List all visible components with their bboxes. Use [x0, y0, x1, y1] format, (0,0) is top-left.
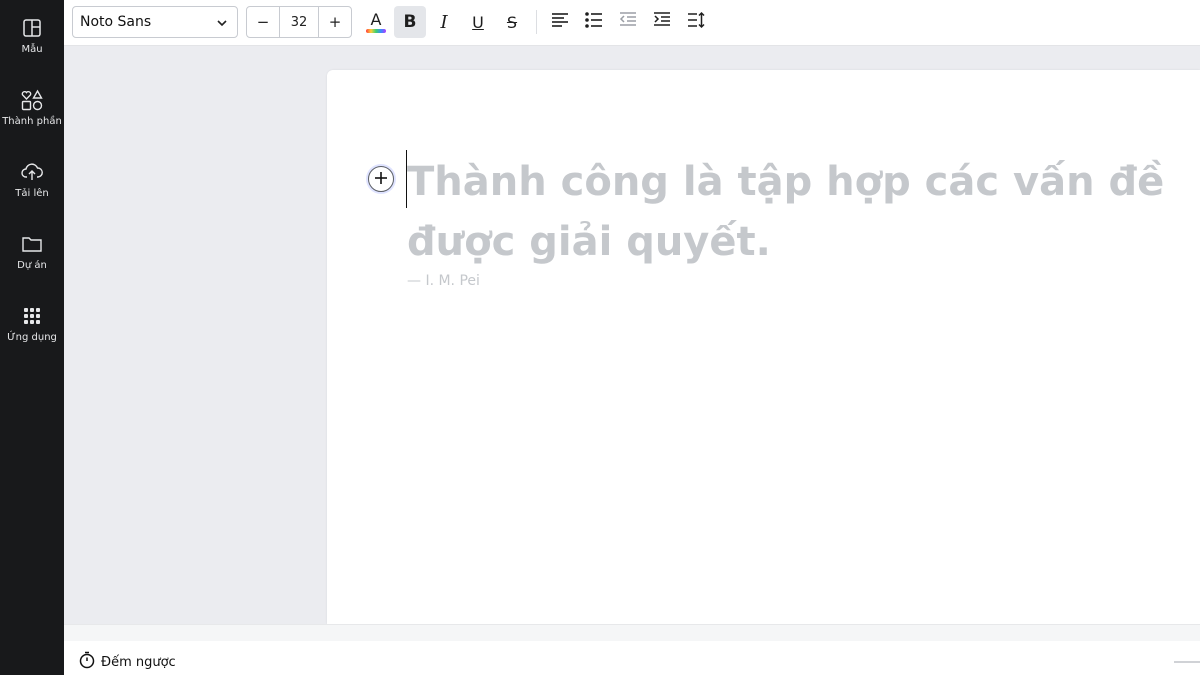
- canvas-area: Thành công là tập hợp các vấn đề được gi…: [64, 46, 1200, 624]
- line-spacing-button[interactable]: [680, 6, 712, 38]
- add-block-button[interactable]: [368, 166, 394, 192]
- strikethrough-button[interactable]: S: [496, 6, 528, 38]
- stopwatch-icon: [78, 651, 96, 673]
- plus-icon: [374, 170, 388, 189]
- outdent-icon: [618, 10, 638, 34]
- font-family-dropdown[interactable]: Noto Sans: [72, 6, 238, 38]
- sidebar-item-label: Ứng dụng: [7, 332, 57, 343]
- quote-author-placeholder[interactable]: — I. M. Pei: [407, 273, 480, 289]
- underline-button[interactable]: U: [462, 6, 494, 38]
- underline-label: U: [472, 12, 484, 32]
- indent-icon: [652, 10, 672, 34]
- design-page[interactable]: Thành công là tập hợp các vấn đề được gi…: [327, 70, 1200, 624]
- sidebar-item-label: Dự án: [17, 260, 47, 271]
- font-size-stepper: − 32 +: [246, 6, 352, 38]
- line-spacing-icon: [686, 10, 706, 34]
- align-left-button[interactable]: [544, 6, 576, 38]
- sidebar-item-projects[interactable]: Dự án: [0, 226, 64, 286]
- sidebar-item-elements[interactable]: Thành phần: [0, 82, 64, 142]
- italic-button[interactable]: I: [428, 6, 460, 38]
- countdown-timer-button[interactable]: Đếm ngược: [78, 651, 176, 673]
- decrease-font-size-button[interactable]: −: [247, 7, 279, 37]
- folder-icon: [20, 232, 44, 256]
- left-sidebar: Mẫu Thành phần Tải lên Dự án Ứng dụng: [0, 0, 64, 675]
- sidebar-item-uploads[interactable]: Tải lên: [0, 154, 64, 214]
- countdown-label: Đếm ngược: [101, 654, 176, 670]
- chevron-down-icon: [215, 16, 229, 30]
- toolbar-divider: [536, 10, 537, 34]
- sidebar-item-templates[interactable]: Mẫu: [0, 10, 64, 70]
- upload-cloud-icon: [20, 160, 44, 184]
- shapes-icon: [20, 88, 44, 112]
- font-size-input[interactable]: 32: [279, 7, 319, 37]
- sidebar-item-label: Tải lên: [15, 188, 49, 199]
- bottom-right-divider: [1174, 661, 1200, 663]
- italic-label: I: [440, 11, 448, 33]
- font-family-value: Noto Sans: [80, 14, 152, 30]
- sidebar-item-apps[interactable]: Ứng dụng: [0, 298, 64, 358]
- sidebar-item-label: Thành phần: [2, 116, 62, 127]
- quote-text-placeholder[interactable]: Thành công là tập hợp các vấn đề được gi…: [407, 152, 1187, 272]
- bullet-list-icon: [584, 10, 604, 34]
- text-color-button[interactable]: A: [360, 6, 392, 38]
- bottom-bar: Đếm ngược: [64, 624, 1200, 675]
- apps-grid-icon: [20, 304, 44, 328]
- layout-icon: [20, 16, 44, 40]
- increase-indent-button[interactable]: [646, 6, 678, 38]
- bullet-list-button[interactable]: [578, 6, 610, 38]
- bold-button[interactable]: B: [394, 6, 426, 38]
- bottom-bar-panel: [64, 641, 1200, 675]
- sidebar-item-label: Mẫu: [21, 44, 43, 55]
- decrease-indent-button[interactable]: [612, 6, 644, 38]
- align-left-icon: [550, 10, 570, 34]
- text-toolbar: Noto Sans − 32 + A B I U S: [64, 0, 1200, 46]
- bold-label: B: [403, 12, 417, 32]
- increase-font-size-button[interactable]: +: [319, 7, 351, 37]
- text-color-letter: A: [371, 10, 382, 29]
- strikethrough-label: S: [506, 12, 518, 32]
